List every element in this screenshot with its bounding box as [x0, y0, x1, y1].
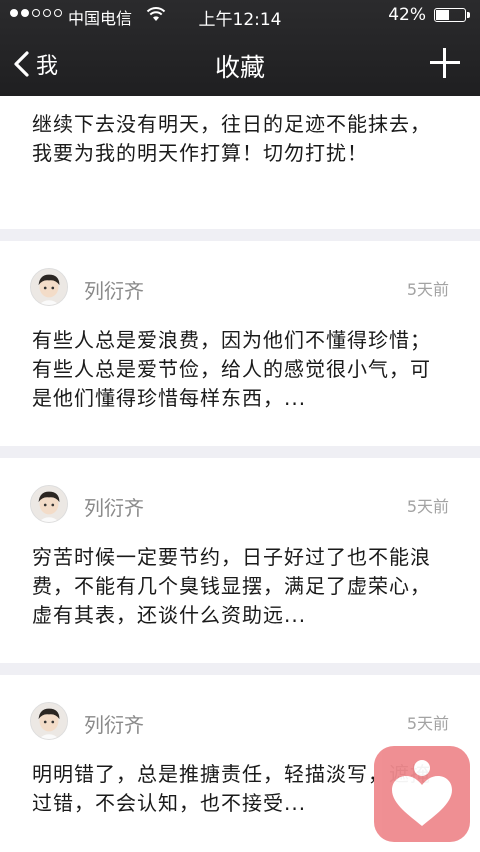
battery-icon [434, 8, 470, 22]
favorite-text: 继续下去没有明天，往日的足迹不能抹去，我要为我的明天作打算！切勿打扰！ [32, 112, 431, 165]
avatar [30, 702, 68, 740]
top-bar: 中国电信 上午12:14 42% 我 收藏 [0, 0, 480, 96]
post-time: 5天前 [406, 497, 449, 516]
post-time: 5天前 [406, 714, 449, 733]
plus-icon[interactable] [430, 48, 460, 78]
author-name: 列衍齐 [84, 496, 144, 520]
navigation-bar: 我 收藏 [0, 32, 480, 96]
status-bar: 中国电信 上午12:14 42% [0, 0, 480, 32]
author-name: 列衍齐 [84, 713, 144, 737]
battery-percentage: 42% [388, 5, 426, 25]
favorite-text: 穷苦时候一定要节约，日子好过了也不能浪费，不能有几个臭钱显摆，满足了虚荣心，虚有… [32, 545, 431, 627]
page-title: 收藏 [214, 53, 265, 82]
favorite-item[interactable]: 继续下去没有明天，往日的足迹不能抹去，我要为我的明天作打算！切勿打扰！ [0, 96, 480, 229]
avatar [30, 268, 68, 306]
floating-app-button[interactable] [374, 746, 470, 842]
avatar [30, 485, 68, 523]
favorite-item[interactable]: 列衍齐 5天前 穷苦时候一定要节约，日子好过了也不能浪费，不能有几个臭钱显摆，满… [0, 458, 480, 663]
post-time: 5天前 [406, 280, 449, 299]
heart-icon [392, 760, 452, 826]
author-name: 列衍齐 [84, 279, 144, 303]
favorite-text: 有些人总是爱浪费，因为他们不懂得珍惜；有些人总是爱节俭，给人的感觉很小气，可是他… [32, 328, 431, 410]
favorite-item[interactable]: 列衍齐 5天前 有些人总是爱浪费，因为他们不懂得珍惜；有些人总是爱节俭，给人的感… [0, 241, 480, 446]
